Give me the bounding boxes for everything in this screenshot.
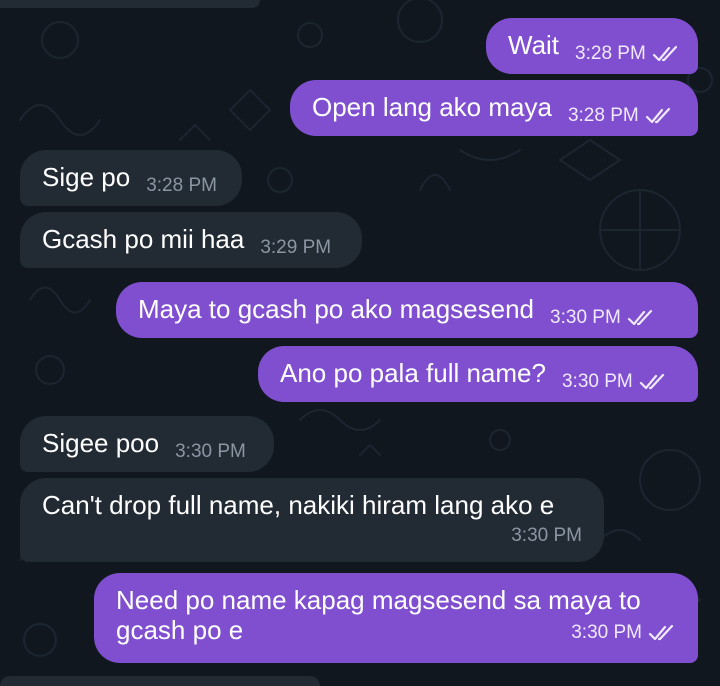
- message-text: Ano po pala full name?: [280, 358, 546, 388]
- message-text: Can't drop full name, nakiki hiram lang …: [42, 490, 555, 520]
- message-meta: 3:30 PM: [562, 372, 667, 392]
- double-check-icon: [652, 45, 677, 62]
- message-bubble-outgoing[interactable]: Wait 3:28 PM: [486, 18, 698, 74]
- message-bubble-incoming[interactable]: Sigee poo 3:30 PM: [20, 416, 274, 472]
- message-bubble-incoming[interactable]: Can't drop full name, nakiki hiram lang …: [20, 478, 604, 562]
- message-meta: 3:30 PM: [511, 526, 582, 546]
- message-text: Sige po: [42, 162, 131, 192]
- message-meta: 3:28 PM: [568, 106, 673, 126]
- message-time: 3:28 PM: [575, 43, 646, 64]
- message-time: 3:30 PM: [561, 371, 633, 392]
- message-bubble-outgoing[interactable]: Open lang ako maya 3:28 PM: [290, 80, 698, 136]
- double-check-icon: [648, 624, 674, 641]
- message-meta: 3:30 PM: [571, 623, 676, 643]
- message-meta: 3:28 PM: [575, 44, 680, 64]
- message-text: Sigee poo: [42, 428, 160, 458]
- message-bubble-outgoing[interactable]: Ano po pala full name? 3:30 PM: [258, 346, 698, 402]
- message-text: Open lang ako maya: [312, 92, 552, 122]
- message-time: 3:30 PM: [511, 525, 582, 546]
- previous-message-edge: [0, 0, 260, 8]
- message-time: 3:30 PM: [550, 307, 621, 328]
- double-check-icon: [639, 373, 664, 390]
- message-text: Wait: [508, 30, 560, 60]
- message-time: 3:30 PM: [175, 441, 246, 462]
- next-message-edge: [0, 676, 320, 686]
- message-time: 3:29 PM: [260, 237, 332, 258]
- message-meta: 3:30 PM: [175, 442, 246, 462]
- message-bubble-outgoing[interactable]: Maya to gcash po ako magsesend 3:30 PM: [116, 282, 698, 338]
- message-text: Gcash po mii haa: [42, 224, 245, 254]
- message-bubble-incoming[interactable]: Sige po 3:28 PM: [20, 150, 242, 206]
- message-meta: 3:30 PM: [550, 308, 655, 328]
- message-time: 3:30 PM: [571, 622, 642, 643]
- message-bubble-outgoing[interactable]: Need po name kapag magsesend sa maya to …: [94, 573, 698, 663]
- message-time: 3:28 PM: [567, 105, 639, 126]
- message-meta: 3:28 PM: [146, 176, 217, 196]
- message-meta: 3:29 PM: [260, 238, 331, 258]
- message-text: Maya to gcash po ako magsesend: [138, 294, 535, 324]
- double-check-icon: [627, 309, 652, 326]
- message-bubble-incoming[interactable]: Gcash po mii haa 3:29 PM: [20, 212, 362, 268]
- message-time: 3:28 PM: [146, 175, 217, 196]
- double-check-icon: [645, 107, 670, 124]
